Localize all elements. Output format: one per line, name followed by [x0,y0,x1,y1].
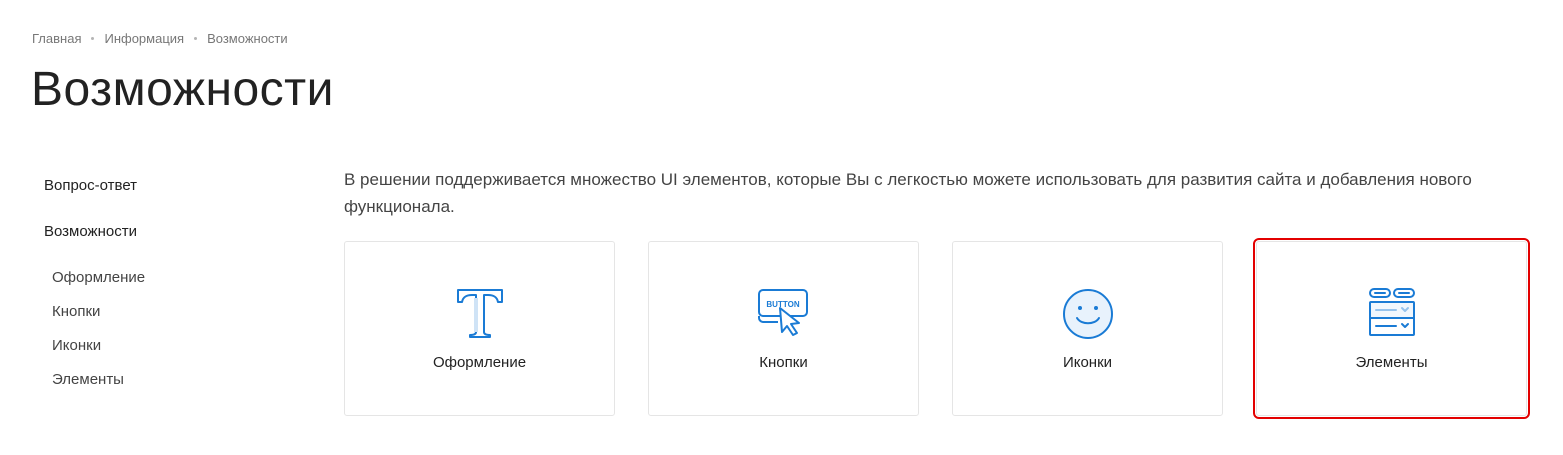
sidebar-submenu: Оформление Кнопки Иконки Элементы [52,267,304,391]
card-label: Кнопки [759,354,808,371]
card-design[interactable]: Оформление [344,241,615,416]
sidebar-subitem-design[interactable]: Оформление [52,267,304,289]
page-title: Возможности [31,63,334,116]
breadcrumb: Главная Информация Возможности [32,31,288,46]
sidebar-item-faq[interactable]: Вопрос-ответ [44,175,304,197]
sidebar-subitem-icons[interactable]: Иконки [52,335,304,357]
sidebar-subitem-elements[interactable]: Элементы [52,369,304,391]
typography-icon [456,289,503,338]
card-label: Иконки [1062,354,1113,371]
card-label: Оформление [432,354,527,371]
feature-cards: Оформление BUTTON Кнопки Иконки Элементы [344,238,1530,419]
page: Главная Информация Возможности Возможнос… [0,0,1563,455]
card-elements[interactable]: Элементы [1253,238,1530,419]
breadcrumb-home[interactable]: Главная [32,31,81,46]
breadcrumb-separator [91,37,95,40]
sidebar: Вопрос-ответ Возможности Оформление Кноп… [44,175,304,403]
smiley-icon [1062,289,1113,339]
breadcrumb-current: Возможности [207,31,288,46]
card-buttons[interactable]: BUTTON Кнопки [648,241,919,416]
card-icons[interactable]: Иконки [952,241,1223,416]
svg-text:BUTTON: BUTTON [766,300,799,309]
intro-text: В решении поддерживается множество UI эл… [344,170,1472,216]
card-label: Элементы [1355,354,1428,371]
button-cursor-icon: BUTTON [757,289,808,336]
sidebar-subitem-buttons[interactable]: Кнопки [52,301,304,323]
breadcrumb-info[interactable]: Информация [104,31,184,46]
elements-icon [1368,288,1415,336]
sidebar-item-features[interactable]: Возможности [44,221,304,243]
breadcrumb-separator [194,37,198,40]
